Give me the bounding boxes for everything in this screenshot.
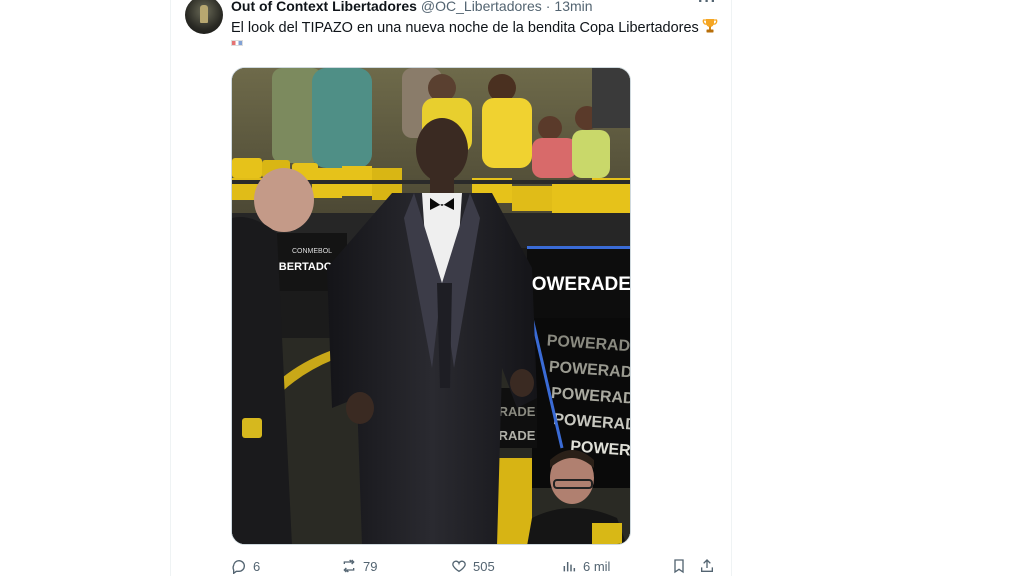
like-button[interactable]: 505 (451, 556, 495, 576)
avatar-trophy-graphic (200, 5, 208, 23)
more-options-icon[interactable]: ··· (698, 0, 717, 11)
bottom-board-2: RADE (499, 428, 536, 443)
reply-button[interactable]: 6 (231, 556, 260, 576)
powerade-main-label: POWERADE (519, 274, 631, 295)
heart-icon (452, 560, 466, 573)
bookmark-icon (674, 559, 684, 574)
reply-count: 6 (253, 558, 261, 574)
views-button[interactable]: 6 mil (561, 556, 610, 576)
tweet-timestamp[interactable]: 13min (554, 0, 592, 14)
bookmark-button[interactable] (671, 556, 693, 576)
share-button[interactable] (699, 556, 721, 576)
board-small-label: CONMEBOL (292, 248, 332, 255)
retweet-count: 79 (363, 558, 378, 574)
flag-emoji-line (231, 38, 243, 52)
tweet-body: El look del TIPAZO en una nueva noche de… (231, 20, 699, 36)
tweet-header: Out of Context Libertadores @OC_Libertad… (231, 0, 593, 15)
flag-icon (231, 40, 243, 47)
tweet-actions: 6 79 505 6 mil (231, 556, 721, 576)
photo-scene: CONMEBOL LIBERTADORES POWERADE POWERADE … (232, 68, 631, 544)
trophy-icon (702, 19, 718, 33)
views-icon (563, 562, 576, 572)
retweet-icon (343, 559, 355, 573)
retweet-button[interactable]: 79 (341, 556, 377, 576)
share-icon (701, 559, 713, 572)
views-count: 6 mil (583, 558, 611, 574)
like-count: 505 (473, 558, 495, 574)
author-handle[interactable]: @OC_Libertadores (421, 0, 542, 14)
tweet-photo[interactable]: CONMEBOL LIBERTADORES POWERADE POWERADE … (231, 67, 631, 545)
header-separator: · (545, 0, 551, 14)
tweet-text: El look del TIPAZO en una nueva noche de… (231, 18, 721, 38)
reply-icon (232, 559, 245, 574)
author-name[interactable]: Out of Context Libertadores (231, 0, 417, 14)
